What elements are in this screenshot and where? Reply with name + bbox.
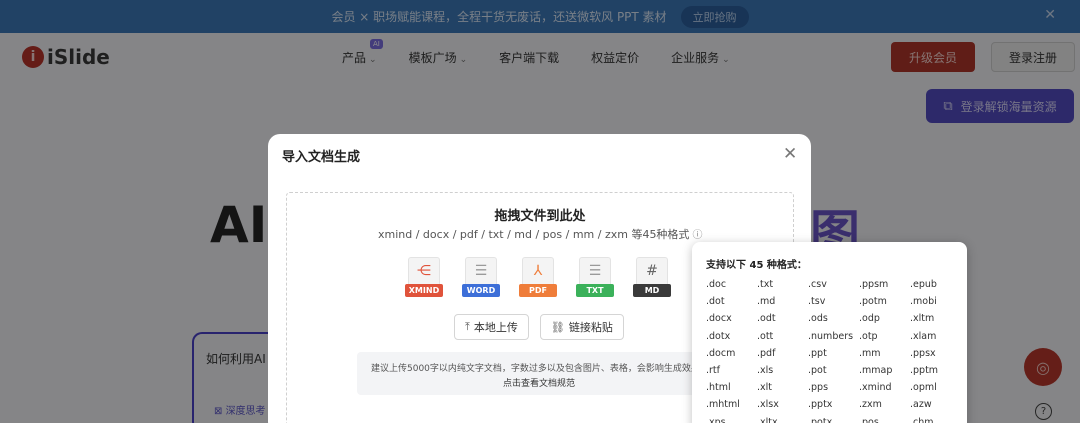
format-item: .xlt [757, 382, 773, 394]
xmind-glyph: ⋲ [417, 263, 431, 279]
xmind-tag: XMIND [405, 284, 443, 297]
format-item: .otp [859, 330, 878, 342]
formats-popup-title: 支持以下 45 种格式： [706, 260, 807, 271]
format-item: .epub [910, 279, 937, 290]
format-item: .odt [757, 313, 776, 325]
format-item: .mm [859, 347, 881, 359]
pdf-file-icon: ⅄ PDF [519, 257, 557, 301]
txt-file-icon: ☰ TXT [576, 257, 614, 301]
word-file-icon: ☰ WORD [462, 257, 500, 301]
format-item: .ott [757, 330, 774, 342]
format-item: .chm [910, 416, 934, 423]
md-tag: MD [633, 284, 671, 297]
format-item: .xlsx [757, 399, 779, 411]
format-item: .odp [859, 313, 880, 325]
format-item: .xmind [859, 382, 892, 394]
word-glyph: ☰ [474, 263, 488, 279]
xmind-file-icon: ⋲ XMIND [405, 257, 443, 301]
format-item: .ods [808, 313, 828, 325]
format-item: .dot [706, 296, 725, 308]
dropzone-formats: xmind / docx / pdf / txt / md / pos / mm… [378, 226, 702, 242]
doc-spec-link[interactable]: 点击查看文档规范 [503, 376, 575, 389]
format-item: .txt [757, 279, 774, 290]
format-item: .pos [859, 416, 879, 423]
txt-tag: TXT [576, 284, 614, 297]
format-item: .zxm [859, 399, 882, 411]
format-item: .azw [910, 399, 932, 411]
upload-local-button[interactable]: ⤒ 本地上传 [454, 314, 529, 340]
txt-glyph: ☰ [588, 263, 602, 279]
format-item: .xps [706, 416, 726, 423]
format-item: .csv [808, 279, 827, 290]
formats-text: xmind / docx / pdf / txt / md / pos / mm… [378, 228, 690, 241]
upload-local-label: 本地上传 [473, 321, 518, 334]
hint-text: 建议上传5000字以内纯文字文档，字数过多以及包含图片、表格，会影响生成效果 [371, 364, 700, 374]
supported-formats-popup: 支持以下 45 种格式： .doc .txt .csv .ppsm .epub .dot.… [692, 242, 967, 423]
link-icon: ⛓ [550, 320, 565, 334]
upload-icon: ⤒ [465, 320, 470, 333]
info-icon[interactable]: ⓘ [692, 230, 702, 241]
upload-actions: ⤒ 本地上传 ⛓ 链接粘贴 [454, 314, 635, 340]
format-item: .opml [910, 382, 937, 394]
format-item: .doc [706, 279, 727, 290]
format-item: .tsv [808, 296, 826, 308]
format-item: .docm [706, 347, 736, 359]
format-item: .potx [808, 416, 833, 423]
pdf-tag: PDF [519, 284, 557, 297]
format-item: .ppsm [859, 279, 889, 290]
format-item: .html [706, 382, 731, 394]
format-item: .xltm [910, 313, 935, 325]
format-item: .rtf [706, 364, 720, 376]
format-item: .pps [808, 382, 829, 394]
formats-grid: .doc .txt .csv .ppsm .epub .dot .md .tsv .potm .m… [706, 279, 961, 423]
format-item: .md [757, 296, 776, 308]
format-item: .ppsx [910, 347, 936, 359]
md-file-icon: # MD [633, 257, 671, 301]
format-item: .pdf [757, 347, 776, 359]
format-item: .xlam [910, 330, 937, 342]
format-item: .xltx [757, 416, 778, 423]
format-item: .mmap [859, 364, 893, 376]
word-tag: WORD [462, 284, 500, 297]
format-item: .pptx [808, 399, 833, 411]
pdf-glyph: ⅄ [533, 263, 543, 279]
modal-title: 导入文档生成 [282, 150, 361, 165]
dropzone-title: 拖拽文件到此处 [494, 209, 586, 224]
format-item: .numbers [808, 330, 854, 342]
format-item: .pptm [910, 364, 939, 376]
format-item: .potm [859, 296, 887, 308]
format-item: .docx [706, 313, 732, 325]
format-item: .mhtml [706, 399, 740, 411]
format-item: .dotx [706, 330, 731, 342]
close-icon[interactable]: ✕ [783, 144, 797, 164]
filetype-icons: ⋲ XMIND ☰ WORD ⅄ PDF ☰ TXT # MD [405, 257, 690, 301]
format-item: .pot [808, 364, 827, 376]
paste-link-label: 链接粘贴 [568, 321, 613, 334]
format-item: .mobi [910, 296, 937, 308]
md-glyph: # [646, 263, 658, 279]
paste-link-button[interactable]: ⛓ 链接粘贴 [539, 314, 624, 340]
format-item: .xls [757, 364, 774, 376]
format-item: .ppt [808, 347, 827, 359]
